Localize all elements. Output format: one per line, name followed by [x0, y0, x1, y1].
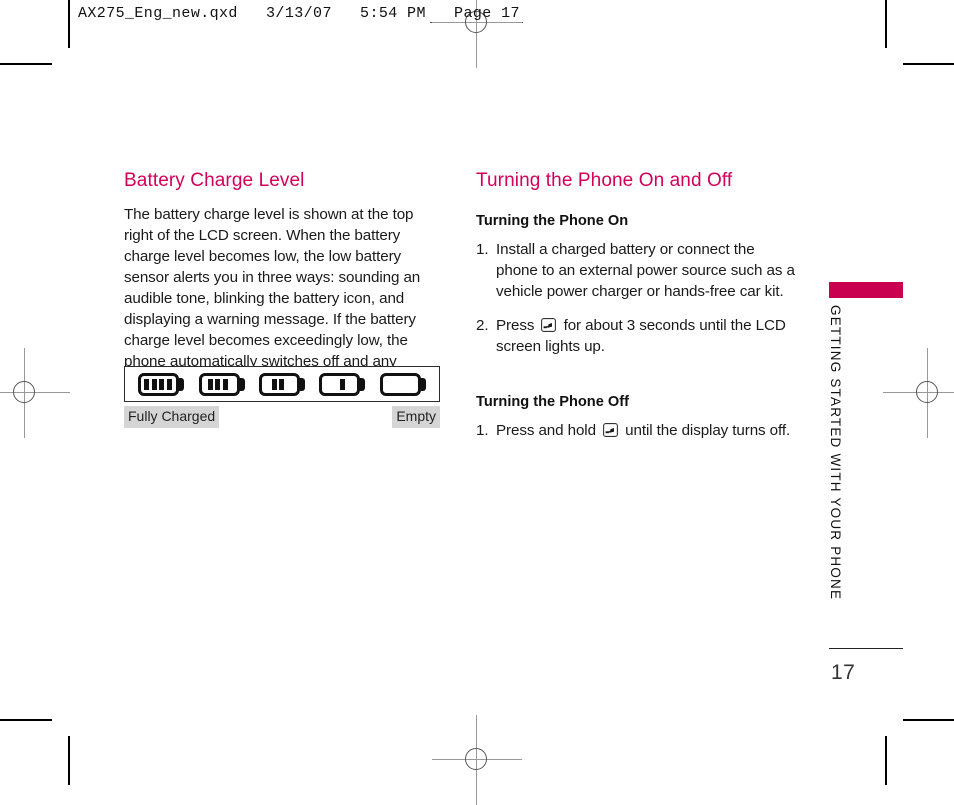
section-tab-label-text: GETTING STARTED WITH YOUR PHONE — [828, 305, 843, 601]
step-number: 1. — [476, 422, 489, 439]
battery-icon-one-bar — [319, 372, 366, 396]
section-tab-label: GETTING STARTED WITH YOUR PHONE — [828, 305, 849, 601]
battery-icon-row — [124, 366, 440, 402]
folio-rule — [829, 648, 903, 649]
page-title-battery-charge-level: Battery Charge Level — [124, 170, 305, 191]
section-tab-accent-bar — [829, 282, 903, 298]
subheading-turning-phone-on: Turning the Phone On — [476, 213, 629, 229]
battery-icon-full — [138, 372, 185, 396]
steps-turning-phone-on: 1. Install a charged battery or connect … — [476, 239, 798, 357]
step-number: 2. — [476, 317, 489, 334]
step-text: Press — [496, 317, 535, 334]
step-text: Install a charged battery or connect the… — [496, 241, 795, 300]
battery-icon-three-bars — [198, 372, 245, 396]
step-text-continued: for about 3 seconds until the LCD screen… — [496, 317, 786, 355]
power-key-icon — [541, 318, 557, 332]
step-number: 1. — [476, 241, 489, 258]
right-column: Turning the Phone On and Off Turning the… — [476, 170, 798, 454]
steps-turning-phone-off: 1. Press and hold until the display turn… — [476, 420, 798, 441]
label-empty: Empty — [392, 406, 440, 428]
battery-level-figure: Fully Charged Empty — [124, 366, 440, 428]
page-content: Battery Charge Level The battery charge … — [0, 0, 954, 785]
label-fully-charged: Fully Charged — [124, 406, 220, 428]
battery-icon-two-bars — [258, 372, 305, 396]
battery-icon-empty — [379, 372, 426, 396]
step-text: Press and hold — [496, 422, 596, 439]
power-key-icon — [603, 423, 618, 437]
subheading-turning-phone-off: Turning the Phone Off — [476, 394, 629, 410]
page-number: 17 — [831, 661, 856, 684]
list-item: 2. Press for about 3 seconds until the L… — [476, 315, 798, 357]
list-item: 1. Install a charged battery or connect … — [476, 239, 798, 302]
battery-charge-level-paragraph: The battery charge level is shown at the… — [124, 206, 421, 391]
left-column: Battery Charge Level The battery charge … — [124, 170, 444, 393]
step-text-continued: until the display turns off. — [625, 422, 791, 439]
page-title-turning-phone-on-off: Turning the Phone On and Off — [476, 170, 733, 191]
list-item: 1. Press and hold until the display turn… — [476, 420, 798, 441]
battery-figure-labels: Fully Charged Empty — [124, 406, 440, 428]
